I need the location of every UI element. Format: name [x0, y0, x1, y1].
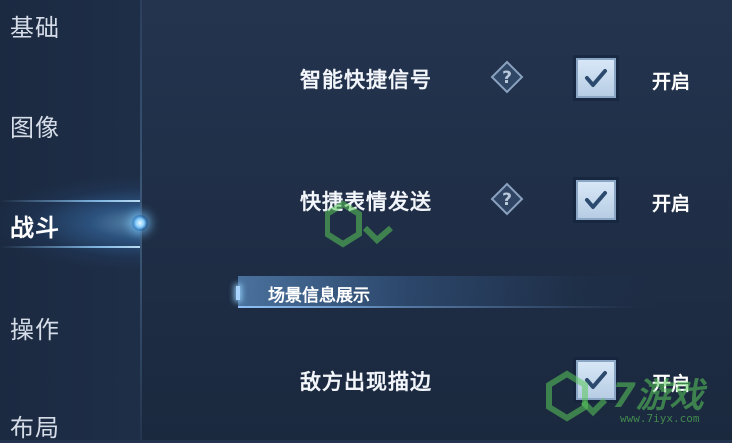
- sidebar-item-combat[interactable]: 战斗: [10, 208, 60, 243]
- sidebar-item-controls[interactable]: 操作: [10, 310, 60, 345]
- active-nav-streak: [0, 246, 140, 248]
- svg-text:?: ?: [502, 190, 512, 210]
- quick-emote-checkbox[interactable]: [576, 180, 616, 220]
- smart-signal-status: 开启: [652, 71, 691, 93]
- section-header-marker: [236, 286, 240, 300]
- watermark-url: www.7iyx.com: [620, 412, 700, 425]
- sidebar-item-graphics[interactable]: 图像: [10, 108, 60, 143]
- quick-emote-status: 开启: [652, 193, 691, 215]
- setting-label-enemy-outline: 敌方出现描边: [300, 370, 432, 394]
- watermark-text: 7游戏: [612, 376, 704, 416]
- active-nav-streak: [0, 200, 140, 202]
- svg-text:?: ?: [502, 68, 512, 88]
- help-icon[interactable]: ?: [490, 60, 524, 94]
- section-title: 场景信息展示: [268, 286, 370, 306]
- setting-label-smart-signal: 智能快捷信号: [300, 68, 432, 92]
- watermark-logo: [324, 200, 411, 264]
- sidebar-item-basic[interactable]: 基础: [10, 8, 60, 43]
- help-icon[interactable]: ?: [490, 182, 524, 216]
- smart-signal-checkbox[interactable]: [576, 58, 616, 98]
- active-indicator-dot: [132, 215, 148, 231]
- section-header-line: [238, 306, 638, 308]
- sidebar-item-layout[interactable]: 布局: [10, 408, 60, 443]
- watermark-logo: [545, 368, 609, 436]
